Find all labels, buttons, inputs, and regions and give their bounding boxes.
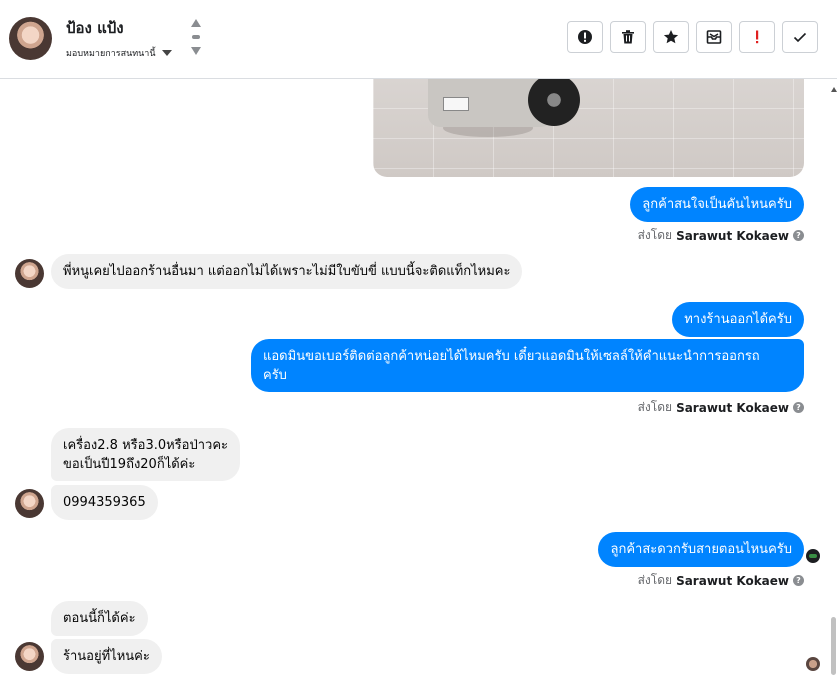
- sent-by-label: ส่งโดย Sarawut Kokaew ?: [638, 398, 804, 417]
- info-icon[interactable]: ?: [793, 402, 804, 413]
- incoming-message[interactable]: ตอนนี้ก็ได้ค่ะ: [51, 601, 148, 636]
- incoming-message[interactable]: ร้านอยู่ที่ไหนค่ะ: [51, 639, 162, 674]
- mark-spam-button[interactable]: [567, 21, 603, 53]
- star-icon: [663, 30, 679, 44]
- delete-button[interactable]: [610, 21, 646, 53]
- sent-by-label: ส่งโดย Sarawut Kokaew ?: [638, 571, 804, 590]
- message-line: ขอเป็นปี19ถึง20ก็ได้ค่ะ: [63, 457, 196, 472]
- info-icon[interactable]: ?: [793, 575, 804, 586]
- conversation-navigator[interactable]: [190, 19, 202, 59]
- incoming-message[interactable]: พี่หนูเคยไปออกร้านอื่นมา แต่ออกไม่ได้เพร…: [51, 254, 523, 289]
- contact-avatar-small[interactable]: [15, 489, 44, 518]
- outgoing-message[interactable]: ลูกค้าสนใจเป็นคันไหนครับ: [630, 187, 804, 222]
- incoming-message[interactable]: 0994359365: [51, 485, 158, 520]
- star-button[interactable]: [653, 21, 689, 53]
- delete-icon: [622, 30, 634, 44]
- message-line: แอดมินขอเบอร์ติดต่อลูกค้าหน่อยได้ไหมครับ…: [263, 349, 760, 364]
- seen-by-contact-avatar: [806, 657, 820, 671]
- outgoing-message[interactable]: ลูกค้าสะดวกรับสายตอนไหนครับ: [598, 532, 804, 567]
- sent-by-prefix: ส่งโดย: [637, 400, 673, 414]
- outgoing-message[interactable]: ทางร้านออกได้ครับ: [672, 302, 804, 337]
- navigator-separator: [192, 35, 200, 39]
- assign-conversation-dropdown[interactable]: มอบหมายการสนทนานี้: [66, 46, 172, 60]
- contact-name[interactable]: ป้อง แป้ง: [66, 16, 124, 40]
- conversation-header: ป้อง แป้ง มอบหมายการสนทนานี้: [0, 0, 837, 79]
- contact-avatar-small[interactable]: [15, 259, 44, 288]
- agent-name[interactable]: Sarawut Kokaew: [676, 574, 789, 588]
- agent-name[interactable]: Sarawut Kokaew: [676, 401, 789, 415]
- outgoing-message[interactable]: แอดมินขอเบอร์ติดต่อลูกค้าหน่อยได้ไหมครับ…: [251, 339, 804, 392]
- shared-car-photo[interactable]: [373, 79, 804, 177]
- conversation-toolbar: [567, 21, 818, 53]
- mark-unread-icon: [706, 30, 722, 44]
- sent-by-label: ส่งโดย Sarawut Kokaew ?: [638, 226, 804, 245]
- mark-unread-button[interactable]: [696, 21, 732, 53]
- sent-by-prefix: ส่งโดย: [637, 573, 673, 587]
- sent-by-prefix: ส่งโดย: [637, 228, 673, 242]
- caret-down-icon: [161, 50, 172, 56]
- thread-scrollbar[interactable]: [831, 79, 837, 695]
- info-icon[interactable]: ?: [793, 230, 804, 241]
- done-check-icon: [793, 32, 807, 43]
- contact-avatar[interactable]: [9, 17, 52, 60]
- flag-important-icon: [756, 30, 759, 44]
- next-conversation-icon[interactable]: [191, 47, 201, 55]
- agent-name[interactable]: Sarawut Kokaew: [676, 229, 789, 243]
- scrollbar-thumb[interactable]: [831, 617, 836, 675]
- flag-important-button[interactable]: [739, 21, 775, 53]
- assign-label: มอบหมายการสนทนานี้: [66, 49, 156, 59]
- mark-done-button[interactable]: [782, 21, 818, 53]
- incoming-message[interactable]: เครื่อง2.8 หรือ3.0หรือป่าวคะ ขอเป็นปี19ถ…: [51, 428, 241, 481]
- mark-spam-icon: [578, 30, 592, 44]
- previous-conversation-icon[interactable]: [191, 19, 201, 27]
- contact-avatar-small[interactable]: [15, 642, 44, 671]
- message-line: เครื่อง2.8 หรือ3.0หรือป่าวคะ: [63, 438, 229, 453]
- scroll-up-arrow-icon[interactable]: [831, 87, 837, 92]
- message-thread[interactable]: ลูกค้าสนใจเป็นคันไหนครับ ส่งโดย Sarawut …: [0, 79, 837, 695]
- read-receipt-icon: [806, 549, 820, 563]
- message-line: ครับ: [263, 368, 287, 383]
